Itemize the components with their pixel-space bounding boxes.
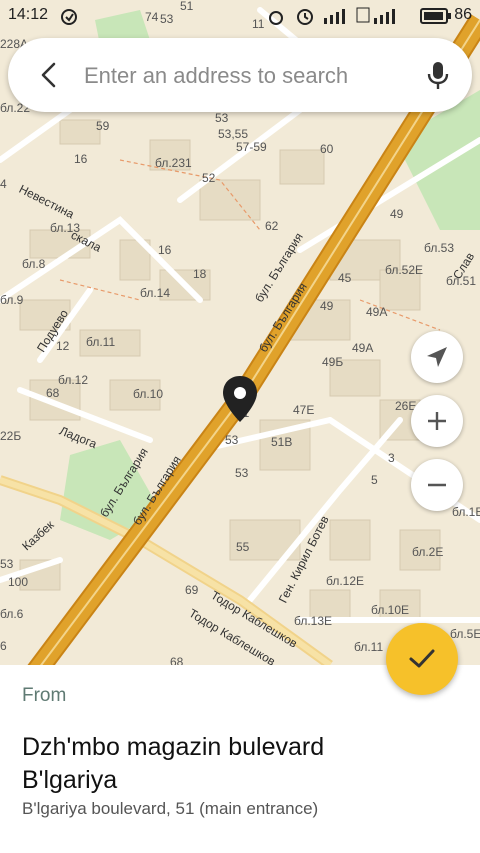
- map-label: 3: [388, 451, 395, 465]
- map-label: 49А: [352, 341, 374, 355]
- map-label: 49А: [366, 305, 388, 319]
- map-label: бл.13Е: [294, 614, 333, 628]
- battery-percent: 86: [454, 6, 472, 23]
- clock-icon: [297, 9, 313, 25]
- map-label: 62: [265, 219, 279, 233]
- map-label: бл.14: [140, 286, 171, 300]
- map-label: 5: [371, 473, 378, 487]
- confirm-button[interactable]: [386, 623, 458, 695]
- map-label: 16: [158, 243, 172, 257]
- map-label: 68: [46, 386, 60, 400]
- map-label: 45: [338, 271, 352, 285]
- lte-icon: [356, 7, 370, 23]
- map-label: бл.10Е: [371, 603, 410, 617]
- zoom-in-button[interactable]: [411, 395, 463, 447]
- battery-icon: [420, 8, 451, 24]
- map-label: бл.10: [133, 387, 164, 401]
- map-label: бл.9: [0, 293, 24, 307]
- map-label: бл.11: [86, 335, 116, 349]
- map-label: 51В: [271, 435, 293, 449]
- microphone-icon[interactable]: [426, 60, 450, 90]
- map-label: бл.53: [424, 241, 455, 255]
- map-label: бл.5Е: [450, 627, 480, 641]
- map-label: 18: [193, 267, 207, 281]
- map-label: бл.12: [58, 373, 89, 387]
- map-label: бл.231: [155, 156, 192, 170]
- zoom-out-button[interactable]: [411, 459, 463, 511]
- map-label: 53,55: [218, 127, 249, 141]
- location-pin-icon: [223, 376, 257, 422]
- map-label: 55: [236, 540, 250, 554]
- map-label: 6: [0, 639, 7, 653]
- map-label: 53: [225, 433, 239, 447]
- map-label: 12: [56, 339, 70, 353]
- map-label: бл.11: [354, 640, 384, 654]
- location-sheet: From Dzh'mbo magazin bulevard B'lgariya …: [0, 665, 480, 853]
- map-label: 57-59: [236, 140, 267, 154]
- map-label: 4: [0, 177, 7, 191]
- back-arrow-icon[interactable]: [34, 60, 64, 90]
- map-label: бл.8: [22, 257, 46, 271]
- place-name: Dzh'mbo magazin bulevard B'lgariya: [22, 733, 325, 794]
- map-label: 60: [320, 142, 334, 156]
- minus-icon: [428, 483, 446, 487]
- alarm-icon: [269, 11, 283, 25]
- sync-icon: [61, 9, 77, 25]
- address-search-input[interactable]: [82, 56, 416, 96]
- map-label: бл.6: [0, 607, 24, 621]
- map-label: бл.2Е: [412, 545, 444, 559]
- place-address: B'lgariya boulevard, 51 (main entrance): [22, 799, 319, 818]
- map-label: 47Е: [293, 403, 315, 417]
- map-label: бл.1Е: [452, 505, 480, 519]
- map-label: 49Б: [322, 355, 344, 369]
- map-label: 68: [170, 655, 184, 665]
- map-label: 53: [215, 111, 229, 125]
- map-label: 16: [74, 152, 88, 166]
- my-location-button[interactable]: [411, 331, 463, 383]
- signal-icon: [324, 9, 345, 24]
- map-label: 52: [202, 171, 216, 185]
- search-bar: [8, 38, 472, 112]
- from-label: From: [22, 685, 67, 706]
- signal-icon-2: [374, 9, 395, 24]
- navigation-arrow-icon: [427, 347, 447, 367]
- checkmark-icon: [409, 649, 435, 668]
- map-label: 49: [390, 207, 404, 221]
- map-label: бл.52Е: [385, 263, 424, 277]
- map-label: 53: [0, 557, 14, 571]
- map-label: бл.12Е: [326, 574, 365, 588]
- map-label: 100: [8, 575, 29, 589]
- map-label: 59: [96, 119, 110, 133]
- map-label: 49: [320, 299, 334, 313]
- map-label: 69: [185, 583, 199, 597]
- map-label: 53: [235, 466, 249, 480]
- map-label: 22Б: [0, 429, 22, 443]
- plus-icon: [428, 412, 446, 430]
- status-time: 14:12: [8, 6, 49, 23]
- status-bar: 14:12 86: [0, 0, 480, 32]
